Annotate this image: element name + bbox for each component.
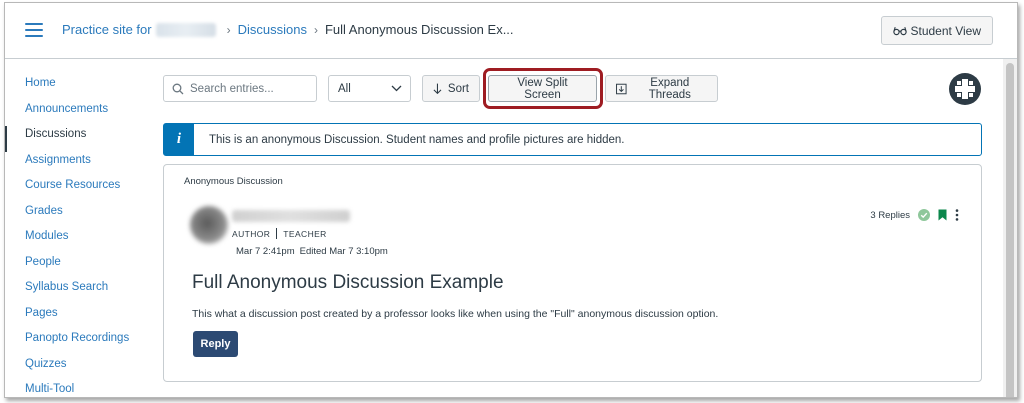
search-box[interactable] bbox=[163, 75, 317, 102]
browser-frame: Practice site for › Discussions › Full A… bbox=[4, 2, 1018, 398]
view-split-screen-button[interactable]: View Split Screen bbox=[488, 75, 597, 102]
breadcrumb-discussions[interactable]: Discussions bbox=[238, 22, 307, 37]
post-title: Full Anonymous Discussion Example bbox=[192, 272, 504, 293]
chevron-right-icon: › bbox=[313, 22, 318, 37]
sidebar-item-announcements[interactable]: Announcements bbox=[5, 101, 145, 127]
sidebar-item-pages[interactable]: Pages bbox=[5, 305, 145, 331]
discussion-post-card: Anonymous Discussion AUTHOR TEACHER Mar … bbox=[163, 164, 982, 382]
sidebar-item-grades[interactable]: Grades bbox=[5, 203, 145, 229]
sidebar-item-discussions[interactable]: Discussions bbox=[5, 126, 145, 152]
expand-threads-button[interactable]: Expand Threads bbox=[605, 75, 718, 102]
chevron-right-icon: › bbox=[226, 22, 231, 37]
glasses-icon bbox=[892, 26, 907, 35]
grid-logo-icon bbox=[955, 79, 975, 99]
search-icon bbox=[172, 83, 184, 94]
page-scrollbar[interactable] bbox=[1003, 59, 1017, 397]
sidebar-item-quizzes[interactable]: Quizzes bbox=[5, 356, 145, 382]
chevron-down-icon bbox=[391, 85, 402, 92]
app-logo-icon[interactable] bbox=[949, 73, 981, 105]
role-author: AUTHOR bbox=[232, 228, 271, 239]
sidebar-item-panopto-recordings[interactable]: Panopto Recordings bbox=[5, 330, 145, 356]
sidebar-item-modules[interactable]: Modules bbox=[5, 228, 145, 254]
author-avatar bbox=[190, 206, 228, 244]
hamburger-menu-icon[interactable] bbox=[25, 23, 43, 37]
sort-label: Sort bbox=[447, 82, 469, 95]
sidebar-item-multi-tool[interactable]: Multi-Tool bbox=[5, 381, 145, 397]
author-roles: AUTHOR TEACHER bbox=[232, 228, 327, 239]
scrollbar-thumb[interactable] bbox=[1006, 63, 1014, 397]
sidebar-item-syllabus-search[interactable]: Syllabus Search bbox=[5, 279, 145, 305]
reply-button[interactable]: Reply bbox=[193, 331, 238, 357]
expand-icon bbox=[616, 83, 627, 94]
role-teacher: TEACHER bbox=[283, 228, 327, 239]
posted-date: Mar 7 2:41pm bbox=[236, 246, 295, 257]
split-screen-label: View Split Screen bbox=[517, 76, 568, 101]
more-options-icon[interactable] bbox=[955, 209, 959, 221]
sidebar-item-course-resources[interactable]: Course Resources bbox=[5, 177, 145, 203]
anonymous-info-banner: i This is an anonymous Discussion. Stude… bbox=[163, 123, 982, 156]
search-input[interactable] bbox=[190, 82, 310, 95]
card-label: Anonymous Discussion bbox=[184, 176, 283, 187]
blurred-course-name bbox=[155, 22, 216, 37]
arrow-down-icon bbox=[433, 83, 442, 95]
student-view-label: Student View bbox=[910, 23, 982, 38]
expand-threads-label: Expand Threads bbox=[648, 76, 691, 101]
sidebar-item-assignments[interactable]: Assignments bbox=[5, 152, 145, 178]
sidebar-item-home[interactable]: Home bbox=[5, 75, 145, 101]
post-meta: 3 Replies bbox=[870, 209, 959, 221]
blurred-author-name bbox=[232, 210, 350, 222]
post-body: This what a discussion post created by a… bbox=[192, 308, 719, 320]
student-view-button[interactable]: Student View bbox=[880, 16, 993, 45]
reply-count: 3 Replies bbox=[870, 209, 910, 221]
breadcrumb-current: Full Anonymous Discussion Ex... bbox=[324, 22, 514, 37]
check-circle-icon[interactable] bbox=[918, 209, 930, 221]
sidebar-item-people[interactable]: People bbox=[5, 254, 145, 280]
course-nav: Home Announcements Discussions Assignmen… bbox=[5, 75, 145, 397]
bookmark-icon[interactable] bbox=[938, 209, 947, 221]
role-divider bbox=[276, 228, 278, 239]
breadcrumb-course[interactable]: Practice site for bbox=[62, 22, 152, 37]
info-icon: i bbox=[164, 124, 194, 155]
breadcrumb: Practice site for › Discussions › Full A… bbox=[62, 22, 514, 37]
filter-selected-value: All bbox=[338, 82, 351, 95]
banner-text: This is an anonymous Discussion. Student… bbox=[209, 133, 625, 146]
sort-button[interactable]: Sort bbox=[422, 75, 480, 102]
edited-date: Edited Mar 7 3:10pm bbox=[299, 246, 388, 257]
top-header: Practice site for › Discussions › Full A… bbox=[5, 3, 1017, 59]
post-timestamp: Mar 7 2:41pm Edited Mar 7 3:10pm bbox=[236, 246, 388, 257]
filter-select[interactable]: All bbox=[328, 75, 411, 102]
